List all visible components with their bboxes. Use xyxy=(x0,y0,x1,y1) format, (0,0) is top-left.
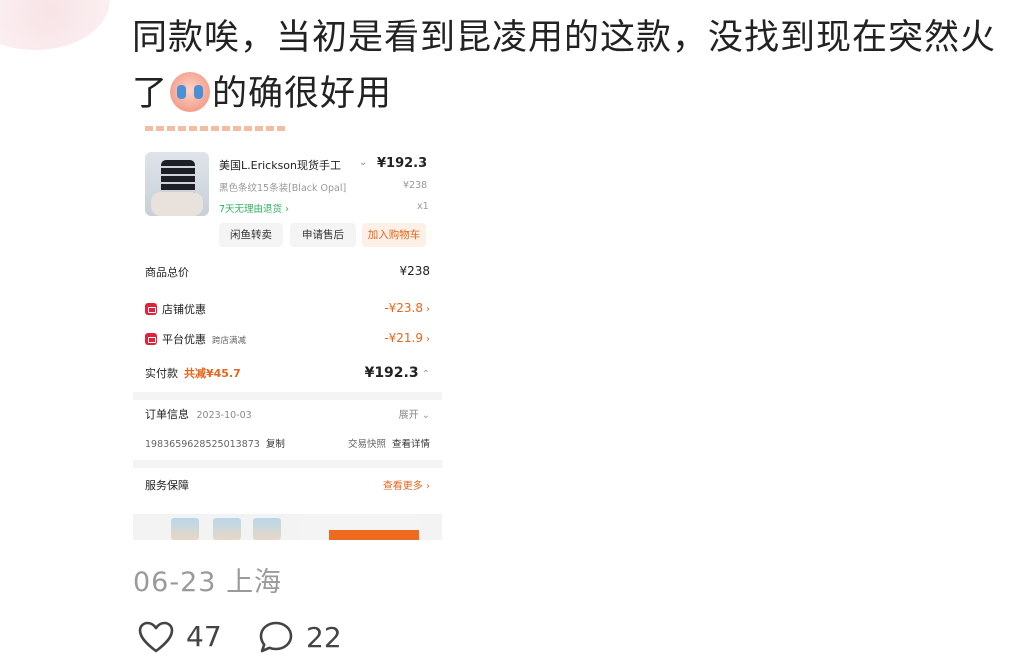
divider xyxy=(133,392,442,400)
comment-location: 上海 xyxy=(226,567,283,598)
copy-link: 复制 xyxy=(265,439,285,450)
store-discount-label: 店铺优惠 xyxy=(162,303,206,316)
store-coupon-icon xyxy=(145,303,157,315)
comment-date: 06-23 xyxy=(133,567,217,598)
chevron-right-icon: › xyxy=(426,304,430,315)
comment-line-2-prefix: 了 xyxy=(132,74,169,114)
total-label: 商品总价 xyxy=(145,266,189,279)
comment-meta: 06-23 上海 xyxy=(133,560,282,599)
service-more: 查看更多 › xyxy=(382,481,430,492)
paid-label: 实付款 xyxy=(145,367,178,380)
total-value: ¥238 xyxy=(399,264,430,278)
comment-bubble-icon xyxy=(259,621,293,653)
service-label: 服务保障 xyxy=(145,479,189,492)
chevron-right-icon: › xyxy=(420,156,425,170)
paid-value: ¥192.3 xyxy=(364,365,419,381)
comment-line-2-suffix: 的确很好用 xyxy=(212,74,393,114)
total-row: 商品总价 ¥238 xyxy=(145,264,430,284)
product-thumbnail xyxy=(145,152,209,216)
after-sales-button: 申请售后 xyxy=(290,223,356,247)
order-info-row: 订单信息 2023-10-03 展开 ⌄ xyxy=(145,406,430,426)
recommendation-thumb xyxy=(171,518,199,540)
paid-saved: 共减¥45.7 xyxy=(184,367,241,380)
comment-button[interactable]: 22 xyxy=(258,620,342,654)
platform-coupon-icon xyxy=(145,333,157,345)
platform-discount-label: 平台优惠 xyxy=(162,333,206,346)
crying-face-icon xyxy=(170,72,211,112)
comment-text: 同款唉，当初是看到昆凌用的这款，没找到现在突然火 了 的确很好用 xyxy=(132,10,1012,122)
chevron-down-icon: ⌄ xyxy=(359,157,368,168)
chevron-right-icon: › xyxy=(426,334,430,345)
store-discount-row: 店铺优惠 -¥23.8 › xyxy=(145,301,430,321)
detail-link: 查看详情 xyxy=(391,439,430,450)
comment-line-1: 同款唉，当初是看到昆凌用的这款，没找到现在突然火 xyxy=(132,18,997,58)
order-info-label: 订单信息 xyxy=(145,408,189,421)
order-number-value: 1983659628525013873 xyxy=(145,439,260,450)
like-count: 47 xyxy=(186,620,222,653)
avatar[interactable] xyxy=(0,0,110,50)
service-row: 服务保障 查看更多 › xyxy=(145,477,430,497)
like-button[interactable]: 47 xyxy=(138,620,222,653)
recommendation-thumb xyxy=(213,518,241,540)
return-policy: 7天无理由退货 › xyxy=(219,204,289,215)
promo-banner xyxy=(329,530,419,540)
product-original-price: ¥238 xyxy=(403,180,428,191)
heart-icon xyxy=(138,621,174,652)
chevron-down-icon: ⌄ xyxy=(421,410,430,421)
recommendation-thumb xyxy=(253,518,281,540)
order-screenshot-image[interactable]: 美国L.Erickson现货手工 ⌄ ¥192.3 › 黑色条纹15条装[Bla… xyxy=(133,126,442,540)
resell-button: 闲鱼转卖 xyxy=(219,223,283,247)
platform-discount-value: -¥21.9 xyxy=(384,331,423,345)
platform-discount-sub: 跨店满减 xyxy=(212,336,247,346)
order-number: 1983659628525013873 复制 xyxy=(145,436,285,450)
comment-count: 22 xyxy=(306,620,342,654)
add-to-cart-button: 加入购物车 xyxy=(362,223,426,247)
product-title: 美国L.Erickson现货手工 xyxy=(219,159,342,172)
paid-row: 实付款 共减¥45.7 ¥192.3 ⌃ xyxy=(145,365,430,385)
order-expand: 展开 xyxy=(398,410,419,421)
cropped-rating-row xyxy=(145,126,285,131)
snapshot-link: 交易快照 xyxy=(347,439,386,450)
divider xyxy=(133,460,442,468)
platform-discount-row: 平台优惠 跨店满减 -¥21.9 › xyxy=(145,331,430,351)
store-discount-value: -¥23.8 xyxy=(384,301,423,315)
product-hand xyxy=(151,192,203,216)
chevron-up-icon: ⌃ xyxy=(421,369,430,380)
order-date: 2023-10-03 xyxy=(196,410,252,421)
product-variant: 黑色条纹15条装[Black Opal] xyxy=(219,183,347,194)
order-links: 交易快照 查看详情 xyxy=(348,436,430,450)
product-quantity: x1 xyxy=(417,201,429,212)
